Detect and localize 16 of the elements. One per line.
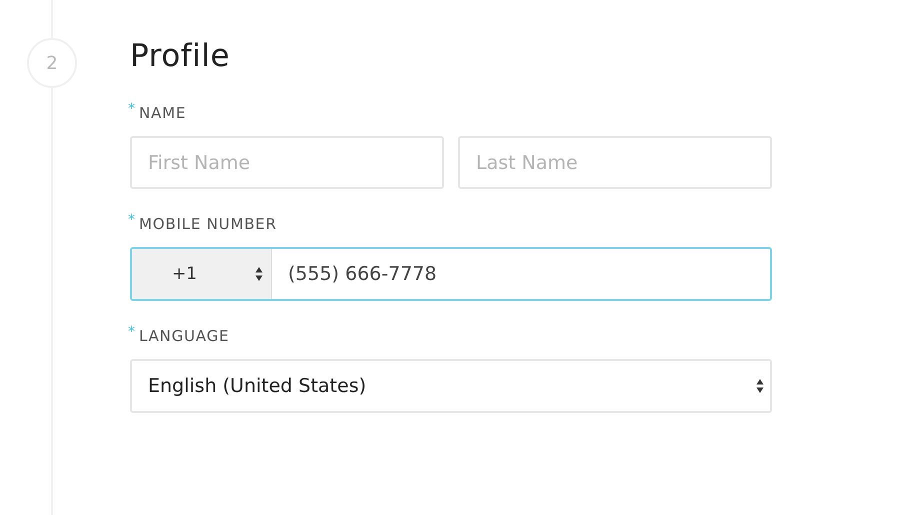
required-asterisk: * bbox=[128, 327, 135, 337]
sort-arrows-icon bbox=[756, 378, 764, 394]
phone-field[interactable]: +1 (555) 666-7778 bbox=[130, 247, 772, 301]
field-label: LANGUAGE bbox=[139, 327, 230, 345]
field-label: MOBILE NUMBER bbox=[139, 215, 277, 233]
section-title: Profile bbox=[130, 38, 231, 74]
field-label: NAME bbox=[139, 104, 186, 122]
step-number: 2 bbox=[27, 38, 77, 88]
required-asterisk: * bbox=[128, 215, 135, 225]
required-asterisk: * bbox=[128, 104, 135, 114]
text-field[interactable]: Last Name bbox=[458, 136, 772, 189]
country-code[interactable]: +1 bbox=[172, 264, 197, 284]
text-field[interactable]: First Name bbox=[130, 136, 444, 189]
sort-arrows-icon bbox=[255, 266, 263, 282]
language-select[interactable]: English (United States) bbox=[130, 359, 772, 413]
phone-value[interactable]: (555) 666-7778 bbox=[272, 249, 437, 299]
